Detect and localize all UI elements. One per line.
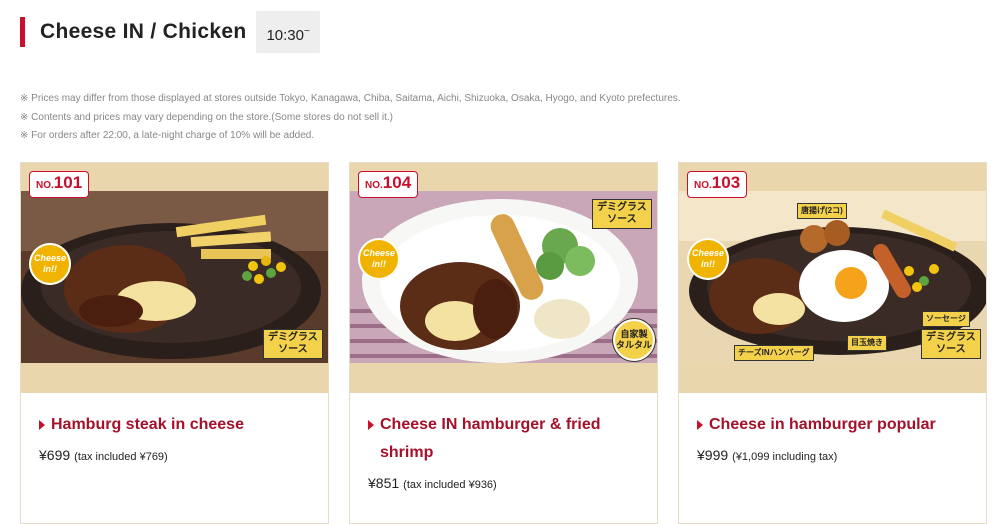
food-label: チーズINハンバーグ	[734, 345, 814, 361]
menu-item-title[interactable]: Hamburg steak in cheese	[39, 411, 310, 439]
menu-item-price: ¥699 (tax included ¥769)	[39, 447, 310, 463]
menu-card[interactable]: NO.103 Cheese in!! デミグラス ソース 唐揚げ(2コ) ソーセ…	[678, 162, 987, 524]
card-image-area[interactable]: NO.103 Cheese in!! デミグラス ソース 唐揚げ(2コ) ソーセ…	[679, 163, 986, 393]
card-body: Cheese IN hamburger & fried shrimp ¥851(…	[350, 393, 657, 491]
menu-item-price: ¥851 (tax included ¥936)	[368, 475, 639, 491]
notes: ※ Prices may differ from those displayed…	[20, 90, 681, 146]
menu-number: 104	[382, 173, 412, 192]
note-line: ※ Contents and prices may vary depending…	[20, 111, 394, 123]
cheese-in-badge: Cheese in!!	[687, 238, 729, 280]
sauce-tag: デミグラス ソース	[921, 329, 981, 359]
price-value: ¥699	[39, 447, 71, 463]
cheese-in-badge: Cheese in!!	[29, 243, 71, 285]
price-tax: (¥1,099 including tax)	[732, 451, 838, 463]
section-header: Cheese IN / Chicken 10:30~	[20, 10, 320, 54]
menu-number-badge: NO.101	[29, 171, 90, 198]
note-line: ※ Prices may differ from those displayed…	[20, 93, 681, 104]
price-value: ¥851	[368, 475, 400, 491]
menu-item-title[interactable]: Cheese IN hamburger & fried shrimp	[368, 411, 639, 467]
header-accent-bar	[20, 17, 25, 47]
menu-number-badge: NO.103	[687, 171, 748, 198]
time-label: 10:30	[266, 27, 304, 44]
food-label: 目玉焼き	[847, 335, 887, 351]
card-image-area[interactable]: NO.101 Cheese in!! デミグラス ソース	[21, 163, 328, 393]
menu-item-title[interactable]: Cheese in hamburger popular	[697, 411, 968, 439]
sauce-tag: デミグラス ソース	[592, 199, 652, 229]
card-body: Hamburg steak in cheese ¥699 (tax include…	[21, 393, 328, 463]
menu-number-prefix: NO.	[694, 180, 712, 191]
menu-number-prefix: NO.	[36, 180, 54, 191]
menu-number-badge: NO.104	[358, 171, 419, 198]
card-body: Cheese in hamburger popular ¥999 (¥1,099 …	[679, 393, 986, 463]
food-label: ソーセージ	[922, 311, 970, 327]
food-label: 唐揚げ(2コ)	[797, 203, 847, 219]
menu-card[interactable]: NO.101 Cheese in!! デミグラス ソース Hamburg ste…	[20, 162, 329, 524]
menu-card[interactable]: NO.104 Cheese in!! デミグラス ソース 自家製 タルタル Ch…	[349, 162, 658, 524]
price-value: ¥999	[697, 447, 729, 463]
section-title: Cheese IN / Chicken	[40, 20, 247, 43]
note-line: ※ For orders after 22:00, a late-night c…	[20, 130, 315, 141]
menu-item-price: ¥999 (¥1,099 including tax)	[697, 447, 968, 463]
tartar-sauce-badge: 自家製 タルタル	[612, 318, 656, 362]
time-badge: 10:30~	[256, 11, 320, 53]
sauce-tag: デミグラス ソース	[263, 329, 323, 359]
menu-number-prefix: NO.	[365, 180, 383, 191]
card-image-area[interactable]: NO.104 Cheese in!! デミグラス ソース 自家製 タルタル	[350, 163, 657, 393]
menu-number: 103	[711, 173, 741, 192]
price-tax: (tax included ¥769)	[74, 451, 168, 463]
price-tax: (tax included ¥936)	[403, 479, 497, 491]
time-suffix: ~	[304, 26, 310, 37]
menu-number: 101	[53, 173, 83, 192]
cheese-in-badge: Cheese in!!	[358, 238, 400, 280]
